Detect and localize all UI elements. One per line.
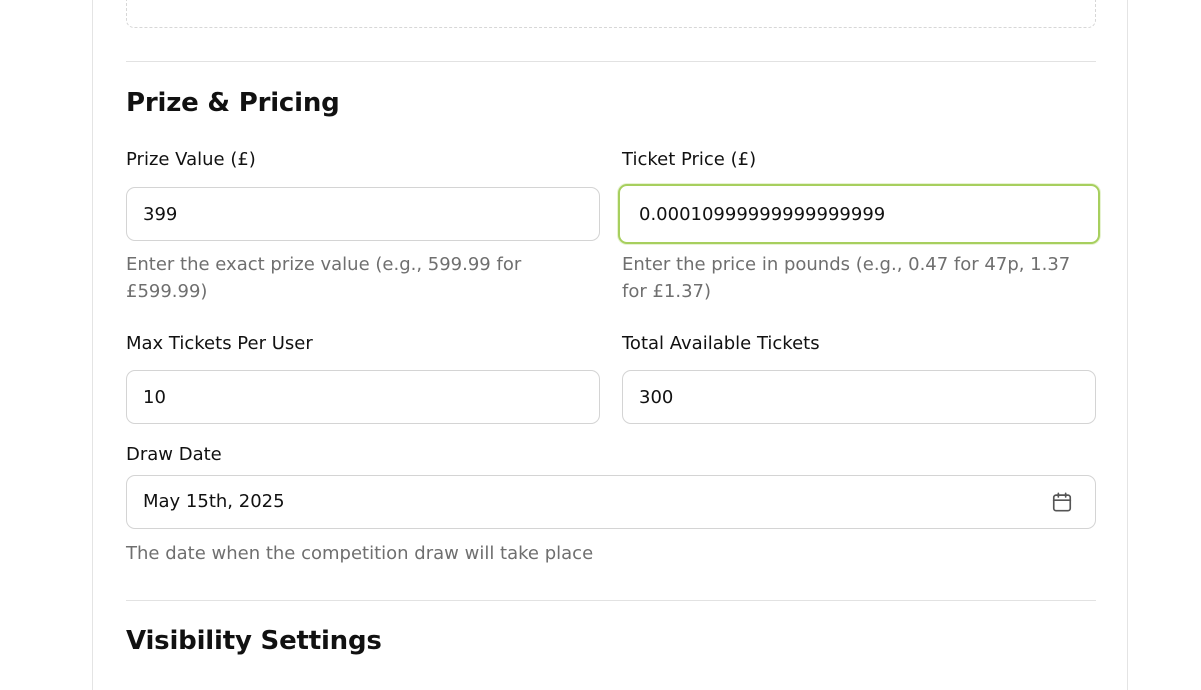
ticket-price-help: Enter the price in pounds (e.g., 0.47 fo…	[622, 254, 1071, 302]
draw-date-label: Draw Date	[126, 444, 222, 465]
prize-value-label: Prize Value (£)	[126, 149, 256, 170]
ticket-price-label: Ticket Price (£)	[622, 149, 757, 170]
section-title-prize-pricing: Prize & Pricing	[126, 88, 340, 118]
max-tickets-input[interactable]	[126, 370, 600, 424]
section-divider	[126, 61, 1096, 62]
total-tickets-label: Total Available Tickets	[622, 333, 820, 354]
section-divider	[126, 600, 1096, 601]
draw-date-picker[interactable]: May 15th, 2025	[126, 475, 1096, 529]
draw-date-help: The date when the competition draw will …	[126, 543, 594, 564]
section-title-visibility: Visibility Settings	[126, 626, 382, 656]
prize-value-help: Enter the exact prize value (e.g., 599.9…	[126, 254, 522, 302]
ticket-price-input[interactable]	[618, 184, 1100, 244]
total-tickets-input[interactable]	[622, 370, 1096, 424]
prize-value-input[interactable]	[126, 187, 600, 241]
calendar-icon[interactable]	[1051, 491, 1073, 513]
upload-dropzone[interactable]	[126, 0, 1096, 28]
max-tickets-label: Max Tickets Per User	[126, 333, 313, 354]
draw-date-value: May 15th, 2025	[143, 491, 285, 512]
